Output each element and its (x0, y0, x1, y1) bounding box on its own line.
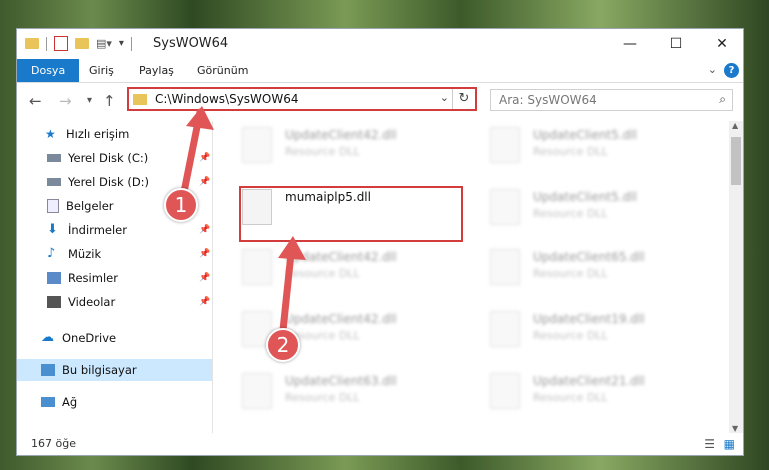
step-marker-1: 1 (164, 188, 198, 222)
step-marker-2: 2 (266, 328, 300, 362)
arrow-2-head (278, 236, 306, 260)
arrow-1-head (186, 106, 214, 130)
annotation-arrows (179, 106, 306, 334)
